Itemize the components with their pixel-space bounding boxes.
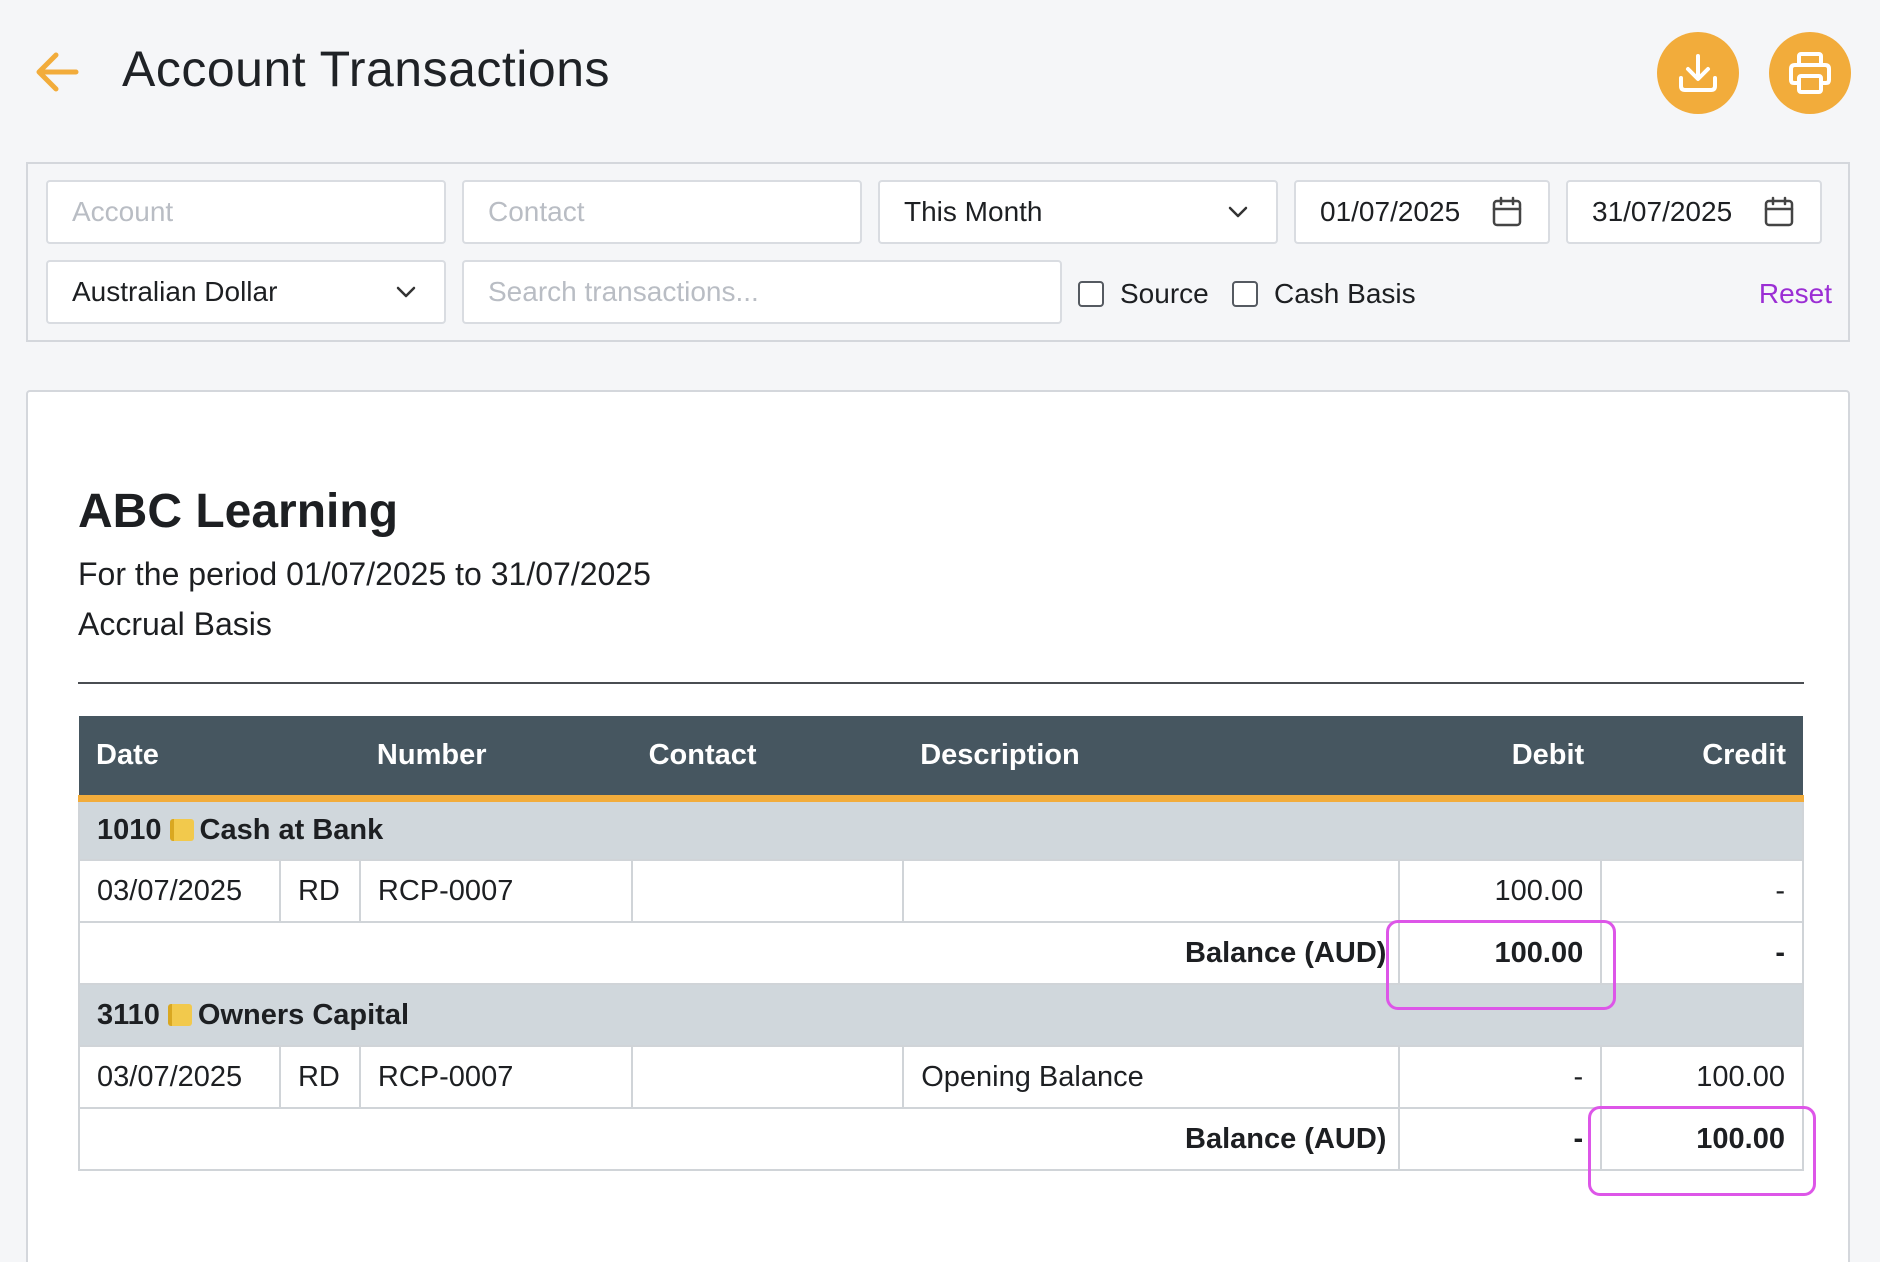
col-header-number[interactable]: Number xyxy=(359,716,632,802)
transactions-table: Date Number Contact Description Debit Cr… xyxy=(77,716,1804,1171)
page-header: Account Transactions xyxy=(0,0,1880,150)
chevron-down-icon xyxy=(1228,206,1248,218)
download-button[interactable] xyxy=(1657,32,1739,114)
balance-row: Balance (AUD) 100.00 - xyxy=(77,921,1804,985)
account-name: Owners Capital xyxy=(197,998,410,1031)
cash-basis-checkbox[interactable]: Cash Basis xyxy=(1232,278,1416,310)
account-name: Cash at Bank xyxy=(199,813,384,846)
cell-number[interactable]: RCP-0007 xyxy=(358,1045,633,1109)
currency-value: Australian Dollar xyxy=(72,276,278,307)
cell-date: 03/07/2025 xyxy=(78,1045,281,1109)
chevron-down-icon xyxy=(396,286,416,298)
page-title: Account Transactions xyxy=(122,41,611,97)
cell-contact xyxy=(630,1045,905,1109)
cell-type: RD xyxy=(278,859,361,923)
date-to-value: 31/07/2025 xyxy=(1592,196,1733,227)
folder-icon xyxy=(167,1003,192,1026)
source-label: Source xyxy=(1120,278,1209,309)
date-from-value: 01/07/2025 xyxy=(1320,196,1461,227)
col-header-credit[interactable]: Credit xyxy=(1601,716,1803,802)
account-input[interactable] xyxy=(72,196,420,228)
balance-debit: - xyxy=(1398,1107,1603,1171)
col-header-date[interactable]: Date xyxy=(79,716,280,802)
report-basis: Accrual Basis xyxy=(78,606,272,642)
org-name: ABC Learning xyxy=(78,485,399,538)
balance-label: Balance (AUD) xyxy=(77,921,1401,985)
filter-panel: This Month 01/07/2025 31/07/2025 Austral… xyxy=(26,162,1850,342)
source-checkbox[interactable]: Source xyxy=(1078,278,1209,310)
calendar-icon[interactable] xyxy=(1762,195,1796,229)
table-row[interactable]: 03/07/2025 RD RCP-0007 Opening Balance -… xyxy=(78,1045,1804,1109)
table-header-row: Date Number Contact Description Debit Cr… xyxy=(79,716,1803,802)
calendar-icon[interactable] xyxy=(1490,195,1524,229)
account-group-row[interactable]: 1010 Cash at Bank xyxy=(78,797,1804,861)
printer-icon xyxy=(1789,52,1831,94)
balance-row: Balance (AUD) - 100.00 xyxy=(77,1107,1804,1171)
report-card: ABC Learning For the period 01/07/2025 t… xyxy=(26,390,1850,1262)
cash-basis-checkbox-box[interactable] xyxy=(1232,281,1258,307)
cell-number[interactable]: RCP-0007 xyxy=(358,859,633,923)
reset-link[interactable]: Reset xyxy=(1759,278,1832,310)
cell-date: 03/07/2025 xyxy=(78,859,281,923)
report-period: For the period 01/07/2025 to 31/07/2025 xyxy=(78,556,651,592)
period-select[interactable]: This Month xyxy=(878,180,1278,244)
download-icon xyxy=(1679,54,1717,92)
account-code: 3110 xyxy=(97,998,160,1031)
col-header-debit[interactable]: Debit xyxy=(1399,716,1602,802)
cell-type: RD xyxy=(278,1045,361,1109)
cell-debit: 100.00 xyxy=(1398,859,1603,923)
cell-description xyxy=(902,859,1401,923)
account-group-row[interactable]: 3110 Owners Capital xyxy=(78,983,1804,1047)
account-code: 1010 xyxy=(97,813,162,846)
col-header-description[interactable]: Description xyxy=(903,716,1400,802)
search-input[interactable] xyxy=(488,276,1036,308)
cell-credit: - xyxy=(1600,859,1804,923)
source-checkbox-box[interactable] xyxy=(1078,281,1104,307)
balance-debit: 100.00 xyxy=(1398,921,1603,985)
balance-label: Balance (AUD) xyxy=(77,1107,1401,1171)
balance-credit: - xyxy=(1600,921,1804,985)
table-row[interactable]: 03/07/2025 RD RCP-0007 100.00 - xyxy=(78,859,1804,923)
cell-debit: - xyxy=(1398,1045,1603,1109)
cash-basis-label: Cash Basis xyxy=(1274,278,1416,309)
col-header-contact[interactable]: Contact xyxy=(631,716,904,802)
divider xyxy=(78,682,1804,684)
balance-credit: 100.00 xyxy=(1600,1107,1804,1171)
period-value: This Month xyxy=(904,196,1043,227)
search-field[interactable] xyxy=(462,260,1062,324)
col-header-type xyxy=(279,716,360,802)
account-field[interactable] xyxy=(46,180,446,244)
account-group-cell: 3110 Owners Capital xyxy=(78,983,1804,1047)
cell-description: Opening Balance xyxy=(902,1045,1401,1109)
currency-select[interactable]: Australian Dollar xyxy=(46,260,446,324)
arrow-left-icon xyxy=(36,52,79,92)
back-button[interactable] xyxy=(30,44,84,98)
date-to-field[interactable]: 31/07/2025 xyxy=(1566,180,1822,244)
date-from-field[interactable]: 01/07/2025 xyxy=(1294,180,1550,244)
folder-icon xyxy=(169,818,194,841)
cell-contact xyxy=(630,859,905,923)
contact-input[interactable] xyxy=(488,196,836,228)
cell-credit: 100.00 xyxy=(1600,1045,1804,1109)
account-group-cell: 1010 Cash at Bank xyxy=(78,797,1804,861)
contact-field[interactable] xyxy=(462,180,862,244)
print-button[interactable] xyxy=(1769,32,1851,114)
